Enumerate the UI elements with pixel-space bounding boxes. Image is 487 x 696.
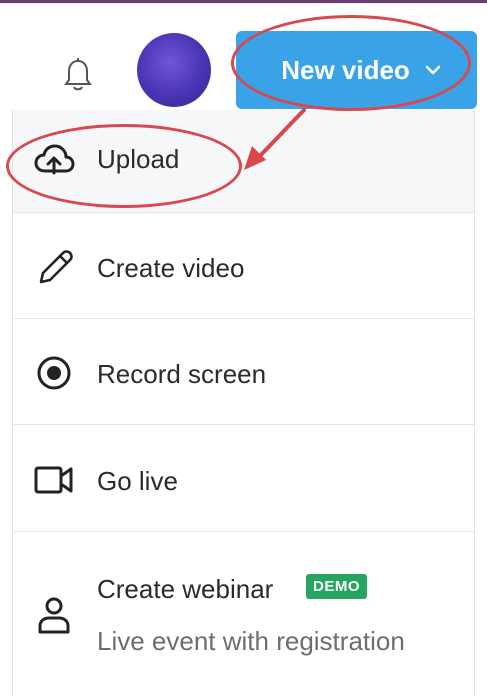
- avatar[interactable]: [137, 33, 211, 107]
- new-video-dropdown-menu: Upload Create video Record screen Go liv…: [12, 110, 475, 696]
- cloud-upload-icon: [34, 144, 75, 175]
- pencil-icon: [39, 250, 73, 284]
- record-icon: [37, 356, 71, 390]
- menu-item-create-video[interactable]: Create video: [13, 213, 474, 319]
- user-icon: [38, 597, 70, 634]
- new-video-button-label: New video: [281, 54, 410, 85]
- menu-item-create-webinar[interactable]: Create webinar DEMO Live event with regi…: [13, 532, 474, 696]
- menu-item-create-video-label: Create video: [97, 253, 245, 283]
- menu-item-create-webinar-label: Create webinar: [97, 574, 274, 604]
- menu-item-go-live-label: Go live: [97, 466, 178, 496]
- menu-item-record-screen[interactable]: Record screen: [13, 319, 474, 425]
- video-camera-icon: [34, 466, 73, 494]
- menu-item-upload[interactable]: Upload: [13, 110, 474, 213]
- demo-badge: DEMO: [306, 574, 367, 599]
- top-header: New video: [0, 3, 487, 109]
- menu-item-upload-label: Upload: [97, 144, 180, 174]
- menu-item-record-screen-label: Record screen: [97, 359, 267, 389]
- chevron-down-icon: [425, 65, 441, 75]
- new-video-button[interactable]: New video: [236, 31, 477, 109]
- menu-item-go-live[interactable]: Go live: [13, 425, 474, 532]
- menu-item-create-webinar-subtitle: Live event with registration: [97, 626, 405, 656]
- bell-icon[interactable]: [58, 55, 98, 95]
